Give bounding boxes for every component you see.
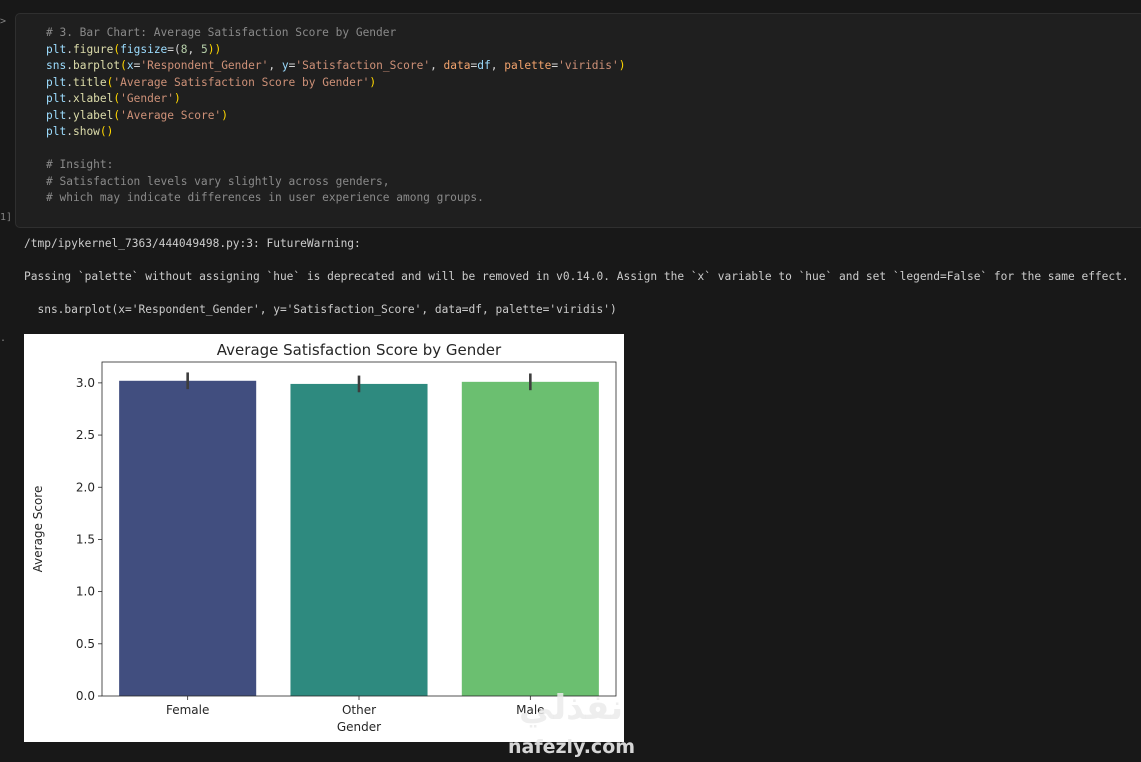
y-tick-label: 2.5 [76,428,95,442]
code-token: plt [46,75,67,89]
code-token: ) [221,108,228,122]
code-token: show [72,125,100,138]
code-token: ) [174,92,181,105]
code-token: palette [504,59,552,72]
code-token: figsize [120,42,168,56]
code-token: . [66,75,73,89]
code-token: 'Average Satisfaction Score by Gender' [113,75,370,89]
bar [461,381,599,696]
code-line: plt.show() [46,124,626,141]
code-token: 5 [201,42,208,56]
code-token: . [66,108,73,122]
code-token: 8 [180,42,188,56]
x-tick-label: Male [516,703,544,717]
code-editor[interactable]: # 3. Bar Chart: Average Satisfaction Sco… [46,25,626,207]
code-token: xlabel [72,92,114,105]
y-axis-label: Average Score [31,486,45,573]
code-token: # Insight: [46,158,114,171]
output-marker: . [0,333,7,344]
code-line: plt.title('Average Satisfaction Score by… [46,75,626,92]
y-tick-label: 0.5 [76,637,95,651]
y-tick-label: 2.0 [76,480,95,494]
code-token: plt [46,42,67,56]
code-token: y [281,59,289,72]
x-tick-label: Female [166,703,209,717]
code-line: # which may indicate differences in user… [46,190,626,207]
y-tick-label: 3.0 [76,376,95,390]
bar [119,380,257,696]
code-token: 'Satisfaction_Score' [295,59,431,72]
code-token: ( [120,59,127,72]
code-token: figure [72,42,114,56]
code-token: # Satisfaction levels vary slightly acro… [46,174,390,188]
code-token: df [477,59,491,72]
code-token: , [268,59,282,72]
code-token: , [430,59,444,72]
code-token: plt [46,108,67,122]
chart-figure: Average Satisfaction Score by Gender Fema… [24,334,624,742]
code-token: , [187,42,202,56]
warning-path-text: /tmp/ipykernel_7363/444049498.py:3: Futu… [24,237,361,250]
code-token: x [126,59,134,72]
code-token: . [66,92,73,105]
bar-chart: Average Satisfaction Score by Gender Fema… [31,341,617,734]
code-token: . [66,59,73,72]
code-line: plt.xlabel('Gender') [46,91,626,108]
code-line: sns.barplot(x='Respondent_Gender', y='Sa… [46,58,626,75]
run-cell-indicator[interactable]: > [0,16,6,27]
code-token: ) [618,59,626,72]
execution-count: 1] [0,212,13,223]
code-token: ) [369,75,377,89]
x-tick-label: Other [342,703,376,717]
code-token: . [66,125,73,138]
code-token: 'viridis' [558,59,619,72]
code-line: # Satisfaction levels vary slightly acro… [46,174,626,191]
code-token: title [72,75,107,89]
code-token: # which may indicate differences in user… [46,191,484,204]
y-tick-label: 0.0 [76,689,95,703]
notebook-page: > 1] . # 3. Bar Chart: Average Satisfact… [0,0,1141,762]
warning-source-text: sns.barplot(x='Respondent_Gender', y='Sa… [24,303,617,316]
code-token: plt [46,125,67,138]
warning-message-text: Passing `palette` without assigning `hue… [24,270,1129,283]
code-token: 'Respondent_Gender' [140,59,269,72]
chart-title: Average Satisfaction Score by Gender [217,341,502,359]
code-token: , [490,59,505,72]
bar [290,383,428,696]
code-line: # 3. Bar Chart: Average Satisfaction Sco… [46,25,626,42]
code-token: data [443,59,471,72]
code-token: plt [46,92,67,105]
code-token: 'Gender' [120,92,175,105]
code-token: barplot [72,59,121,72]
code-token: =( [167,42,181,56]
code-line: plt.ylabel('Average Score') [46,108,626,125]
code-token: # 3. Bar Chart: Average Satisfaction Sco… [46,26,397,39]
code-token: 'Average Score' [120,108,222,122]
code-token: . [66,42,73,56]
code-line: plt.figure(figsize=(8, 5)) [46,42,626,59]
y-tick-label: 1.0 [76,585,95,599]
code-cell[interactable]: # 3. Bar Chart: Average Satisfaction Sco… [15,13,1141,228]
code-token: () [99,125,114,138]
y-tick-label: 1.5 [76,532,95,546]
code-token: )) [207,42,222,56]
x-axis-label: Gender [337,720,381,734]
code-token: sns [46,59,67,72]
code-line: # Insight: [46,157,626,174]
code-token: ylabel [72,108,114,122]
